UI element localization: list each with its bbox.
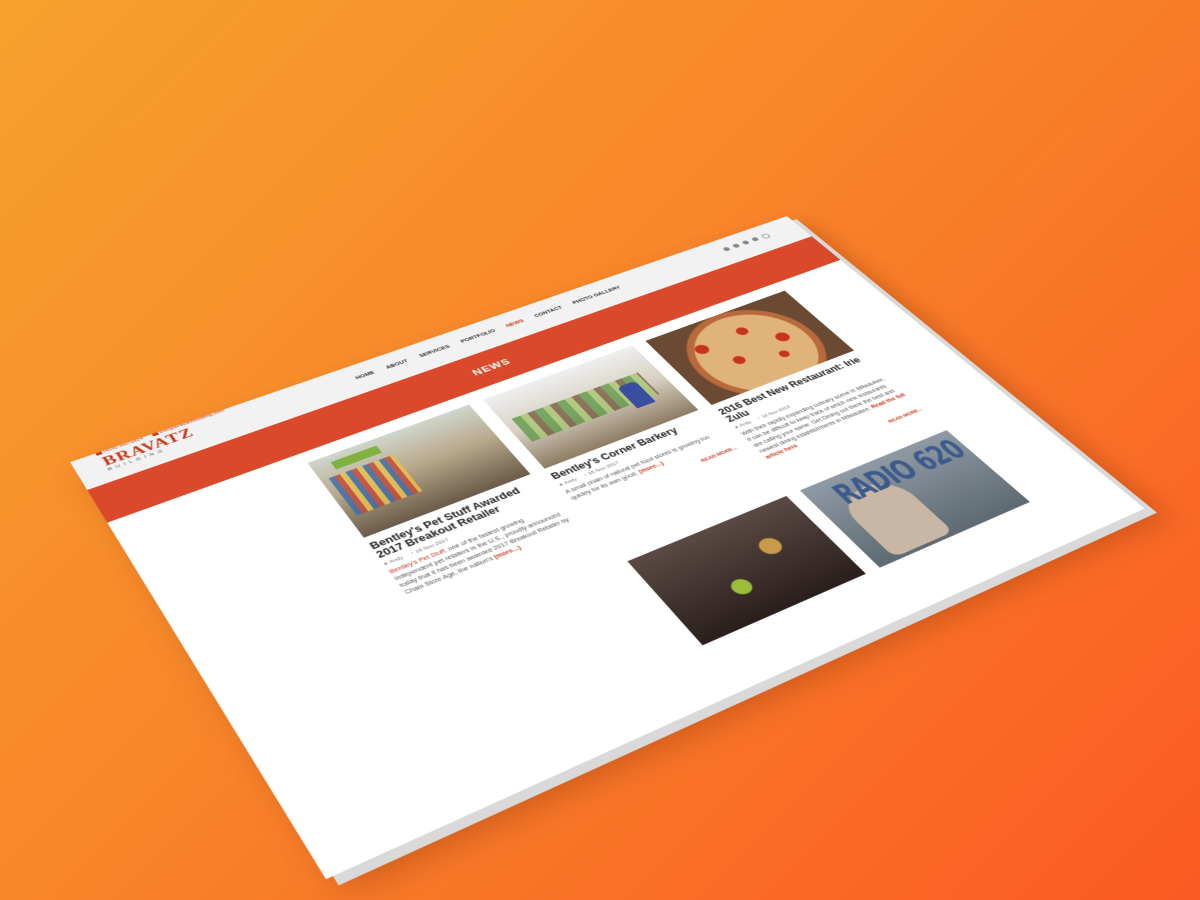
nav-item-news[interactable]: NEWS [505,319,525,328]
nav-item-home[interactable]: HOME [355,370,376,380]
nav-item-photo-gallery[interactable]: PHOTO GALLERY [572,286,622,306]
linkedin-icon[interactable] [741,240,751,245]
nav-item-contact[interactable]: CONTACT [533,306,563,319]
nav-item-about[interactable]: ABOUT [385,359,410,370]
website-mockup: (414) 350-1814 info@bravatzbuilding.com … [70,216,1145,880]
radio-sign-text: RADIO 620 [825,435,975,512]
search-icon[interactable] [760,232,772,240]
nav-item-portfolio[interactable]: PORTFOLIO [460,329,497,344]
page-title: NEWS [469,356,513,378]
facebook-icon[interactable] [722,246,732,252]
news-content: Bentley's Pet Stuff Awarded 2017 Breakou… [107,260,1099,825]
mockup-stage: (414) 350-1814 info@bravatzbuilding.com … [0,0,1200,900]
nav-item-services[interactable]: SERVICES [418,344,451,358]
social-links [722,232,772,252]
instagram-icon[interactable] [750,236,760,242]
twitter-icon[interactable] [731,243,741,249]
